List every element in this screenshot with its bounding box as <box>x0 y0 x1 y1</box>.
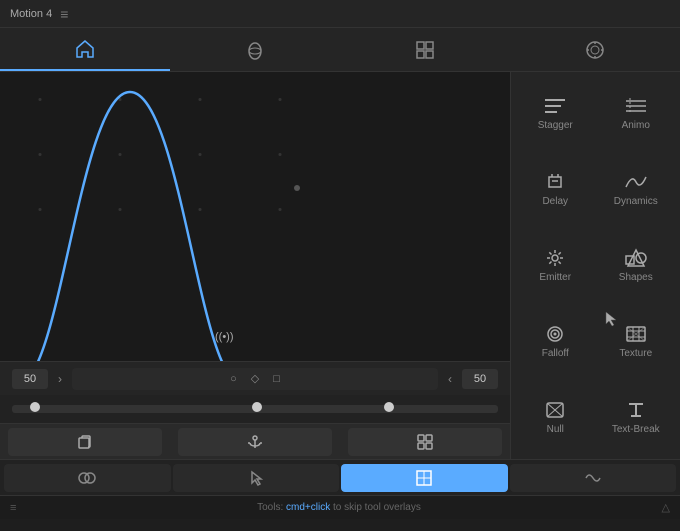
slider-controls: 50 › ○ ◇ □ ‹ 50 <box>0 361 510 395</box>
bottom-tab-grid[interactable] <box>341 464 508 492</box>
left-chevron-button[interactable]: › <box>56 370 64 388</box>
dynamics-icon <box>624 172 648 192</box>
main-area: ((•)) 50 › ○ ◇ □ ‹ 50 <box>0 72 680 459</box>
anchor-tool-button[interactable] <box>178 428 332 456</box>
fx-item-shapes[interactable]: Shapes <box>596 228 677 304</box>
grid2-icon <box>415 469 433 487</box>
timeline-row <box>0 395 510 423</box>
texture-icon <box>624 324 648 344</box>
track-handle-center[interactable] <box>252 402 262 412</box>
track-handle-right[interactable] <box>384 402 394 412</box>
copy-icon <box>76 433 94 451</box>
status-left-icon: ≡ <box>10 502 16 514</box>
fx-item-texture[interactable]: Texture <box>596 303 677 379</box>
cursor-icon <box>247 469 265 487</box>
menu-icon[interactable]: ≡ <box>60 6 68 22</box>
right-chevron-button[interactable]: ‹ <box>446 370 454 388</box>
left-value-input[interactable]: 50 <box>12 369 48 389</box>
shape-buttons: ○ ◇ □ <box>72 368 438 390</box>
grid-icon <box>414 39 436 61</box>
falloff-label: Falloff <box>542 348 569 359</box>
graph-panel: ((•)) 50 › ○ ◇ □ ‹ 50 <box>0 72 510 459</box>
tab-grid[interactable] <box>340 28 510 71</box>
null-label: Null <box>547 424 564 435</box>
emitter-label: Emitter <box>539 272 571 283</box>
timeline-track[interactable] <box>12 405 498 413</box>
text-break-label: Text-Break <box>612 424 660 435</box>
fx-item-animo[interactable]: Animo <box>596 76 677 152</box>
bottom-tabs-bar <box>0 459 680 495</box>
status-suffix: to skip tool overlays <box>333 502 421 513</box>
tab-shape[interactable] <box>170 28 340 71</box>
track-handle-left[interactable] <box>30 402 40 412</box>
dynamics-label: Dynamics <box>614 196 658 207</box>
emitter-icon <box>543 248 567 268</box>
top-tabs <box>0 28 680 72</box>
shape-icon <box>244 39 266 61</box>
status-bar: ≡ Tools: cmd+click to skip tool overlays… <box>0 495 680 519</box>
animation-curve <box>0 72 510 361</box>
delay-label: Delay <box>542 196 568 207</box>
link-icon <box>416 433 434 451</box>
bottom-toolbar-1 <box>0 423 510 459</box>
anchor-icon <box>246 433 264 451</box>
graph-canvas[interactable]: ((•)) <box>0 72 510 361</box>
title-text: Motion 4 <box>10 8 52 20</box>
bottom-tab-mask[interactable] <box>4 464 171 492</box>
fx-item-delay[interactable]: Delay <box>515 152 596 228</box>
mask-icon <box>78 469 96 487</box>
stagger-label: Stagger <box>538 120 573 131</box>
copy-tool-button[interactable] <box>8 428 162 456</box>
shapes-icon <box>624 248 648 268</box>
status-tools-label: Tools: <box>257 502 286 513</box>
bottom-tab-cursor[interactable] <box>173 464 340 492</box>
right-value-input[interactable]: 50 <box>462 369 498 389</box>
status-shortcut: cmd+click <box>286 502 330 513</box>
home-icon <box>74 38 96 60</box>
status-text: Tools: cmd+click to skip tool overlays <box>257 502 421 513</box>
right-panel: Stagger Animo Delay <box>510 72 680 459</box>
link-tool-button[interactable] <box>348 428 502 456</box>
falloff-icon <box>543 324 567 344</box>
fx-item-emitter[interactable]: Emitter <box>515 228 596 304</box>
fx-item-stagger[interactable]: Stagger <box>515 76 596 152</box>
texture-label: Texture <box>619 348 652 359</box>
null-icon <box>543 400 567 420</box>
wave-icon <box>584 469 602 487</box>
target-icon <box>584 39 606 61</box>
bottom-tab-wave[interactable] <box>510 464 677 492</box>
fx-item-dynamics[interactable]: Dynamics <box>596 152 677 228</box>
text-break-icon <box>624 400 648 420</box>
animo-label: Animo <box>622 120 650 131</box>
title-bar: Motion 4 ≡ <box>0 0 680 28</box>
circle-shape-button[interactable]: ○ <box>230 373 237 385</box>
fx-item-falloff[interactable]: Falloff <box>515 303 596 379</box>
delay-icon <box>543 172 567 192</box>
square-shape-button[interactable]: □ <box>273 373 280 385</box>
diamond-shape-button[interactable]: ◇ <box>251 372 259 385</box>
status-right-icon: △ <box>662 501 670 514</box>
animo-icon <box>624 96 648 116</box>
fx-item-null[interactable]: Null <box>515 379 596 455</box>
stagger-icon <box>543 96 567 116</box>
tab-home[interactable] <box>0 28 170 71</box>
wireless-icon: ((•)) <box>215 331 234 343</box>
shapes-label: Shapes <box>619 272 653 283</box>
fx-item-text-break[interactable]: Text-Break <box>596 379 677 455</box>
tab-target[interactable] <box>510 28 680 71</box>
